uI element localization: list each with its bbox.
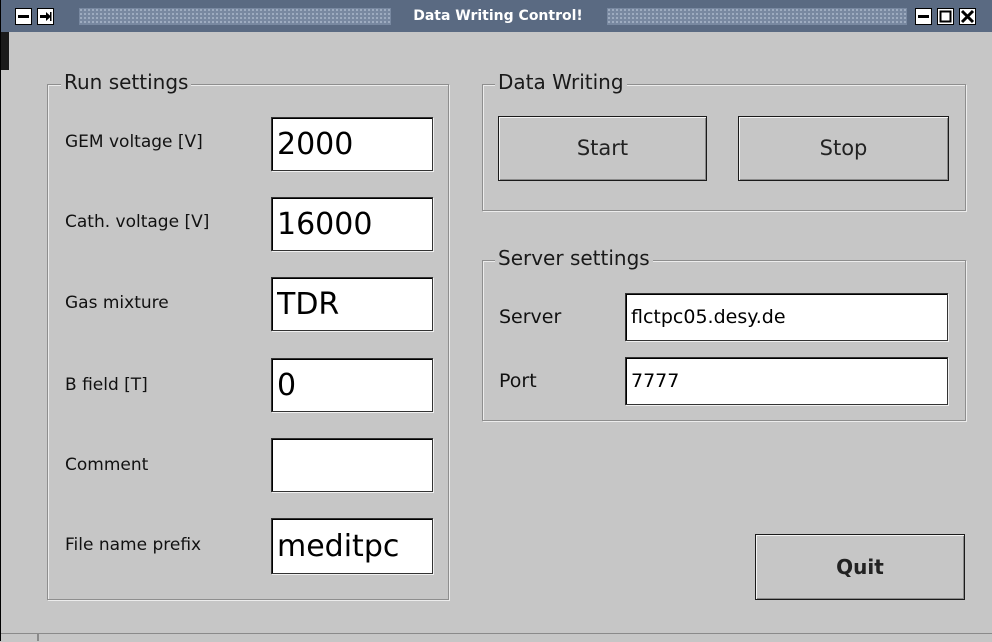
b-field-label: B field [T] <box>65 375 148 395</box>
title-bar[interactable]: Data Writing Control! <box>1 0 992 32</box>
stop-button[interactable]: Stop <box>738 116 949 181</box>
start-button[interactable]: Start <box>498 116 707 181</box>
comment-label: Comment <box>65 455 149 475</box>
quit-button[interactable]: Quit <box>755 534 965 600</box>
gem-voltage-label: GEM voltage [V] <box>65 132 203 152</box>
minimize-icon[interactable] <box>915 8 932 25</box>
server-input[interactable] <box>625 293 948 341</box>
window-title: Data Writing Control! <box>413 8 583 24</box>
gem-voltage-input[interactable] <box>271 117 433 171</box>
port-input[interactable] <box>625 357 948 405</box>
file-name-prefix-input[interactable] <box>271 518 433 574</box>
data-writing-legend: Data Writing <box>495 70 627 94</box>
title-grip-right <box>607 8 907 25</box>
cathode-voltage-input[interactable] <box>271 197 433 251</box>
comment-input[interactable] <box>271 438 433 492</box>
title-grip-left <box>79 8 391 25</box>
port-label: Port <box>499 370 537 392</box>
server-settings-legend: Server settings <box>495 246 653 270</box>
gas-mixture-label: Gas mixture <box>65 293 169 313</box>
b-field-input[interactable] <box>271 358 433 412</box>
file-name-prefix-label: File name prefix <box>65 535 202 555</box>
pin-icon[interactable] <box>37 8 54 25</box>
window-menu-icon[interactable] <box>15 8 32 25</box>
window-bottom-tick <box>37 633 39 641</box>
server-label: Server <box>499 306 562 328</box>
cathode-voltage-label: Cath. voltage [V] <box>65 212 210 232</box>
gas-mixture-input[interactable] <box>271 277 433 331</box>
app-window: Data Writing Control! Run settings GEM v… <box>0 0 992 642</box>
close-icon[interactable] <box>959 8 976 25</box>
maximize-icon[interactable] <box>937 8 954 25</box>
window-edge <box>1 32 9 70</box>
run-settings-legend: Run settings <box>61 70 192 94</box>
